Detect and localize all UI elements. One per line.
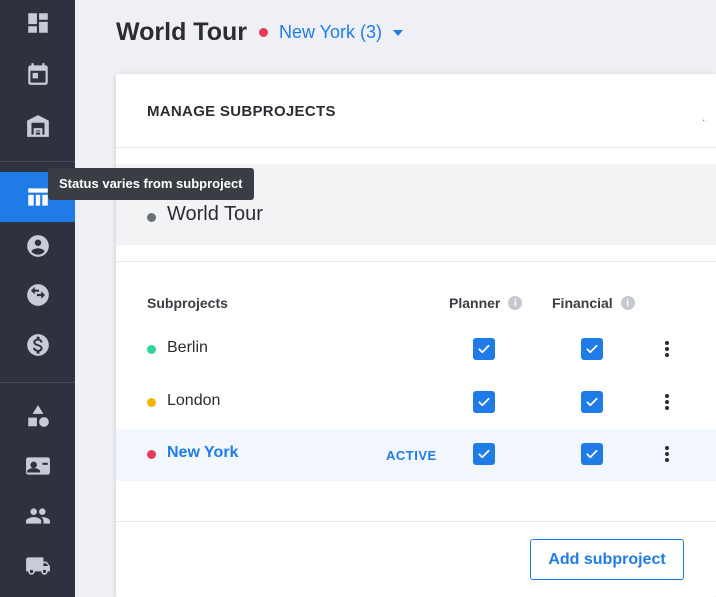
nav-dashboard[interactable] xyxy=(0,3,75,43)
nav-warehouse[interactable] xyxy=(0,106,75,146)
subproject-name[interactable]: Berlin xyxy=(167,339,208,357)
more-options-icon[interactable] xyxy=(662,443,672,465)
status-dot xyxy=(147,345,156,354)
parent-project-name: World Tour xyxy=(167,203,263,225)
status-dot xyxy=(147,450,156,459)
planner-checkbox[interactable] xyxy=(473,338,495,360)
subproject-name[interactable]: London xyxy=(167,392,220,410)
subproject-selector[interactable]: New York (3) xyxy=(279,21,404,43)
status-dot xyxy=(259,27,268,37)
column-header-planner: Planner i xyxy=(449,295,523,311)
page-title: World Tour xyxy=(116,17,247,46)
planner-checkbox[interactable] xyxy=(473,443,495,465)
table-row[interactable]: Berlin xyxy=(116,324,716,376)
account-icon xyxy=(26,235,49,257)
table-row[interactable]: New York ACTIVE xyxy=(116,429,716,481)
more-options-icon[interactable] xyxy=(662,391,672,413)
subproject-name[interactable]: New York xyxy=(167,444,238,462)
shapes-icon xyxy=(27,405,49,427)
check-icon xyxy=(477,395,491,409)
nav-contacts[interactable] xyxy=(0,446,75,486)
nav-delivery[interactable] xyxy=(0,546,75,586)
column-header-subprojects: Subprojects xyxy=(147,295,228,311)
contacts-icon xyxy=(25,457,50,475)
calendar-icon xyxy=(27,63,48,85)
swap-icon xyxy=(26,284,49,306)
parent-status-dot xyxy=(147,213,156,222)
nav-shapes[interactable] xyxy=(0,396,75,436)
dashboard-icon xyxy=(27,13,48,33)
column-header-financial: Financial i xyxy=(552,295,635,311)
add-subproject-button[interactable]: Add subproject xyxy=(530,539,684,580)
sidebar xyxy=(0,0,75,597)
financial-checkbox[interactable] xyxy=(581,391,603,413)
nav-account[interactable] xyxy=(0,226,75,266)
close-icon[interactable]: . xyxy=(702,110,705,124)
table-icon xyxy=(27,188,48,206)
nav-finance[interactable] xyxy=(0,325,75,365)
dialog-title: MANAGE SUBPROJECTS xyxy=(147,103,336,120)
check-icon xyxy=(585,447,599,461)
manage-subprojects-dialog: MANAGE SUBPROJECTS . World Tour Subproje… xyxy=(116,74,716,597)
table-row[interactable]: London xyxy=(116,377,716,429)
info-icon[interactable]: i xyxy=(620,296,635,310)
status-tooltip: Status varies from subproject xyxy=(48,168,254,200)
column-header-subprojects-label: Subprojects xyxy=(147,295,228,311)
truck-icon xyxy=(25,557,50,575)
people-icon xyxy=(25,508,50,524)
financial-checkbox[interactable] xyxy=(581,338,603,360)
caret-down-icon xyxy=(393,30,404,36)
planner-checkbox[interactable] xyxy=(473,391,495,413)
column-header-financial-label: Financial xyxy=(552,295,613,311)
check-icon xyxy=(585,395,599,409)
nav-swap[interactable] xyxy=(0,275,75,315)
warehouse-icon xyxy=(26,115,49,137)
status-dot xyxy=(147,398,156,407)
more-options-icon[interactable] xyxy=(662,338,672,360)
page-header: World Tour New York (3) xyxy=(116,14,404,50)
column-header-planner-label: Planner xyxy=(449,295,501,311)
nav-calendar[interactable] xyxy=(0,54,75,94)
check-icon xyxy=(585,342,599,356)
info-icon[interactable]: i xyxy=(508,296,523,310)
check-icon xyxy=(477,342,491,356)
nav-people[interactable] xyxy=(0,496,75,536)
subproject-selector-label: New York (3) xyxy=(279,21,383,42)
check-icon xyxy=(477,447,491,461)
dollar-icon xyxy=(26,334,49,356)
financial-checkbox[interactable] xyxy=(581,443,603,465)
active-badge: ACTIVE xyxy=(386,448,437,463)
